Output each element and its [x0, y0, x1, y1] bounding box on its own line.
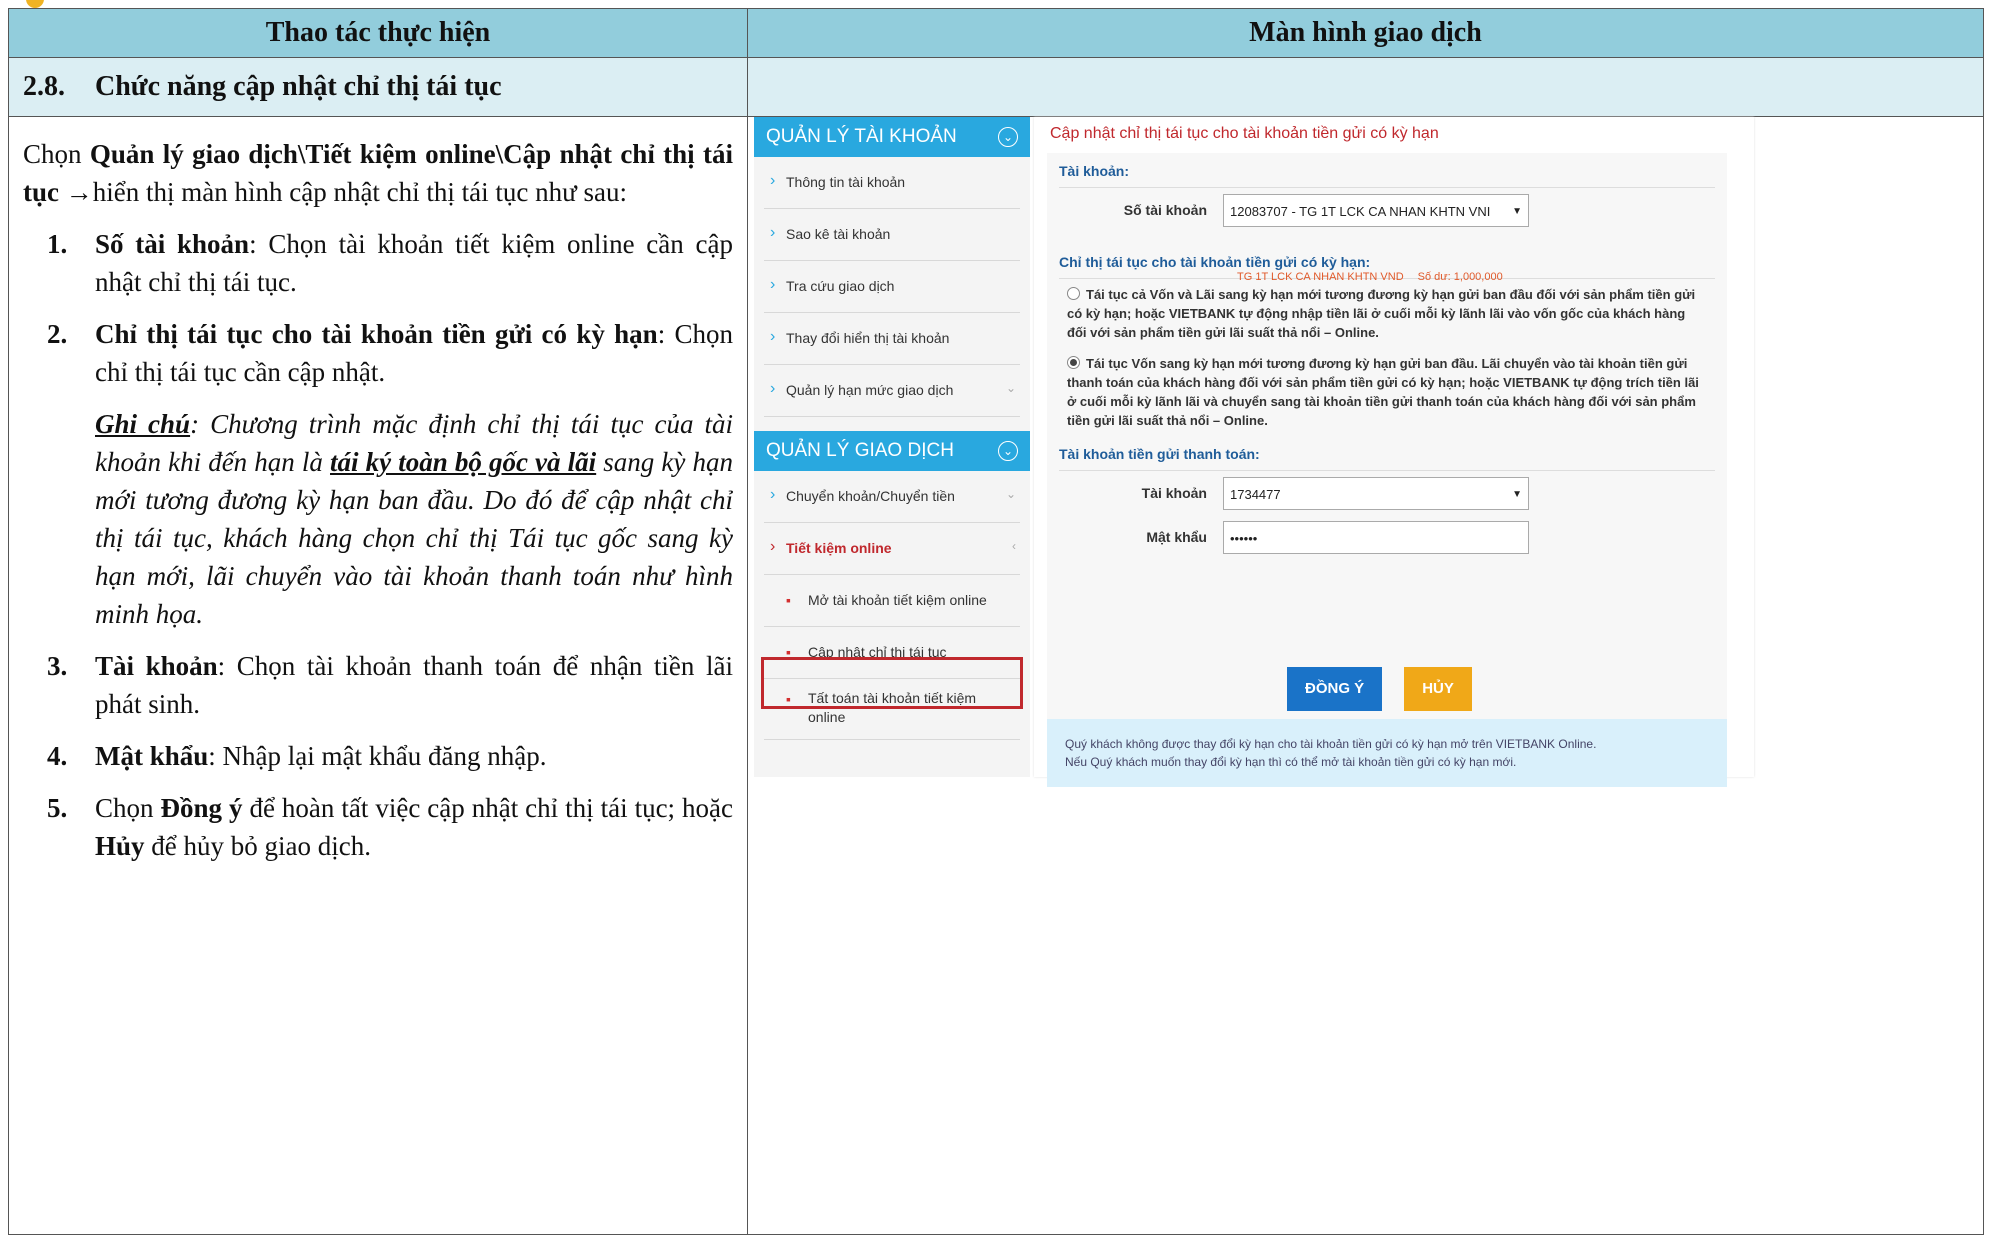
section-title: Chức năng cập nhật chỉ thị tái tục [95, 71, 502, 102]
sidebar-item-limits[interactable]: › Quản lý hạn mức giao dịch ⌄ [764, 365, 1020, 417]
sidebar-header-transactions[interactable]: QUẢN LÝ GIAO DỊCH ⌄ [754, 431, 1030, 471]
option-renew-principal[interactable]: Tái tục Vốn sang kỳ hạn mới tương đương … [1047, 348, 1727, 436]
button-group: ĐỒNG Ý HỦY [1287, 667, 1494, 711]
sidebar-item-statement[interactable]: › Sao kê tài khoản [764, 209, 1020, 261]
section-number: 2.8. [23, 71, 65, 102]
collapse-icon: ⌄ [998, 127, 1018, 147]
confirm-button[interactable]: ĐỒNG Ý [1287, 667, 1383, 711]
chevron-down-icon: ⌄ [1005, 381, 1016, 395]
instructions-cell: Chọn Quản lý giao dịch\Tiết kiệm online\… [8, 116, 748, 1235]
step-item: 1. Số tài khoản: Chọn tài khoản tiết kiệm… [47, 229, 733, 297]
chevron-right-icon: › [770, 276, 776, 293]
logo-fragment [26, 0, 44, 8]
section-heading-right [747, 57, 1984, 117]
option-renew-all[interactable]: Tái tục cả Vốn và Lãi sang kỳ hạn mới tư… [1047, 279, 1727, 348]
password-row: Mật khẩu •••••• [1047, 515, 1727, 559]
account-menu: › Thông tin tài khoản › Sao kê tài khoản ›… [754, 157, 1030, 417]
bullet-icon: ▪ [786, 592, 791, 608]
password-input[interactable]: •••••• [1223, 521, 1529, 554]
dropdown-arrow-icon: ▼ [1512, 489, 1522, 500]
steps-list-continued: 3. Tài khoản: Chọn tài khoản thanh toán đ… [23, 647, 733, 865]
section-heading: 2.8. Chức năng cập nhật chỉ thị tái tục [8, 57, 748, 117]
sidebar-item-savings[interactable]: › Tiết kiệm online ‹ [764, 523, 1020, 575]
collapse-icon: ⌄ [998, 441, 1018, 461]
arrow-symbol: → [65, 177, 93, 207]
main-panel: Cập nhật chỉ thị tái tục cho tài khoản t… [1034, 117, 1754, 787]
sidebar-item-transfer[interactable]: › Chuyển khoản/Chuyển tiền ⌄ [764, 471, 1020, 523]
transaction-screen: QUẢN LÝ TÀI KHOẢN ⌄ › Thông tin tài khoản … [754, 117, 1754, 787]
step-item: 3. Tài khoản: Chọn tài khoản thanh toán đ… [47, 651, 733, 719]
dropdown-arrow-icon: ▼ [1512, 206, 1522, 217]
steps-list: 1. Số tài khoản: Chọn tài khoản tiết kiệm… [23, 225, 733, 391]
sidebar-item-account-info[interactable]: › Thông tin tài khoản [764, 157, 1020, 209]
step-item: 4. Mật khẩu: Nhập lại mật khẩu đăng nhập. [47, 741, 547, 771]
chevron-right-icon: › [770, 328, 776, 345]
intro-paragraph: Chọn Quản lý giao dịch\Tiết kiệm online\… [23, 139, 734, 207]
account-group-heading: Tài khoản: [1059, 153, 1715, 188]
account-row: Số tài khoản 12083707 - TG 1T LCK CA NHA… [1047, 188, 1727, 232]
chevron-right-icon: › [770, 486, 776, 503]
payment-account-row: Tài khoản 1734477 ▼ [1047, 471, 1727, 515]
payment-account-select[interactable]: 1734477 ▼ [1223, 477, 1529, 510]
screenshot-cell: QUẢN LÝ TÀI KHOẢN ⌄ › Thông tin tài khoản … [747, 116, 1984, 1235]
sidebar-item-lookup[interactable]: › Tra cứu giao dịch [764, 261, 1020, 313]
radio-icon[interactable] [1067, 287, 1080, 300]
chevron-right-icon: › [770, 172, 776, 189]
header-screen: Màn hình giao dịch [747, 8, 1984, 58]
info-notice: Quý khách không được thay đổi kỳ hạn cho… [1047, 719, 1727, 787]
header-actions: Thao tác thực hiện [8, 8, 748, 58]
sidebar-subitem-open-savings[interactable]: ▪ Mở tài khoản tiết kiệm online [764, 575, 1020, 627]
cancel-button[interactable]: HỦY [1404, 667, 1472, 711]
step-item: 5. Chọn Đồng ý để hoàn tất việc cập nhật … [47, 793, 734, 861]
chevron-right-icon: › [770, 380, 776, 397]
note-paragraph: Ghi chú: Chương trình mặc định chỉ thị t… [95, 409, 733, 629]
chevron-down-icon: ⌄ [1005, 487, 1016, 501]
highlight-box [761, 657, 1023, 709]
chevron-right-icon: › [770, 224, 776, 241]
step-item: 2. Chỉ thị tái tục cho tài khoản tiền gửi… [47, 319, 734, 387]
payment-group-heading: Tài khoản tiền gửi thanh toán: [1059, 436, 1715, 471]
radio-selected-icon[interactable] [1067, 356, 1080, 369]
panel-title: Cập nhật chỉ thị tái tục cho tài khoản t… [1050, 125, 1439, 142]
sidebar: QUẢN LÝ TÀI KHOẢN ⌄ › Thông tin tài khoản … [754, 117, 1030, 777]
instruction-table: Thao tác thực hiện Màn hình giao dịch 2.… [8, 8, 1984, 1235]
form-box: Tài khoản: Số tài khoản 12083707 - TG 1T… [1047, 153, 1727, 787]
account-select[interactable]: 12083707 - TG 1T LCK CA NHAN KHTN VNI ▼ [1223, 194, 1529, 227]
chevron-right-icon: › [770, 538, 776, 555]
sidebar-header-account[interactable]: QUẢN LÝ TÀI KHOẢN ⌄ [754, 117, 1030, 157]
chevron-left-icon: ‹ [1012, 539, 1016, 553]
sidebar-item-display[interactable]: › Thay đổi hiển thị tài khoản [764, 313, 1020, 365]
